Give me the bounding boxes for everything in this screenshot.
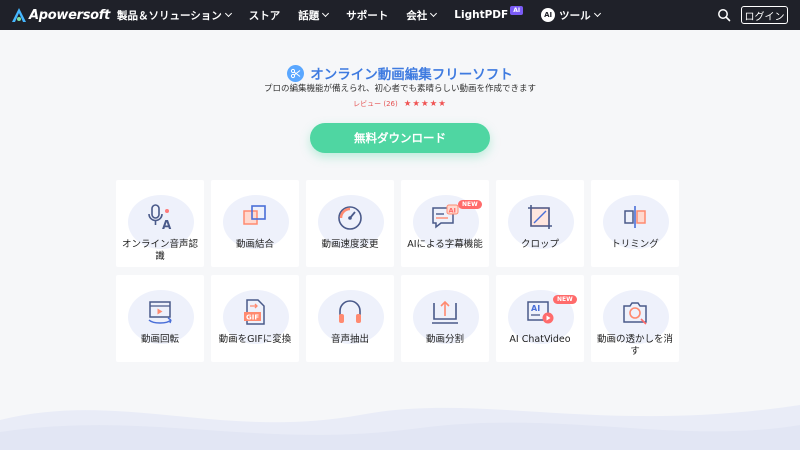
tool-card[interactable]: AI NEW AI ChatVideo: [496, 275, 584, 362]
nav-company-label: 会社: [406, 9, 428, 22]
tool-card[interactable]: 動画速度変更: [306, 180, 394, 267]
trim-icon: [620, 202, 650, 232]
login-button[interactable]: ログイン: [741, 6, 788, 24]
new-badge: NEW: [553, 295, 577, 304]
rating-stars: ★★★★★: [403, 99, 447, 109]
free-download-button[interactable]: 無料ダウンロード: [310, 123, 490, 153]
top-navigation: Apowersoft 製品＆ソリューション ストア 話題 サポート 会社 Lig…: [0, 0, 800, 30]
headphones-icon: [335, 297, 365, 327]
chevron-down-icon: [593, 9, 601, 18]
svg-text:A: A: [162, 218, 172, 232]
nav-topics[interactable]: 話題: [298, 8, 330, 23]
tool-card[interactable]: クロップ: [496, 180, 584, 267]
tool-card[interactable]: A オンライン音声認識: [116, 180, 204, 267]
tool-card[interactable]: 動画の透かしを消す: [591, 275, 679, 362]
nav-products[interactable]: 製品＆ソリューション: [117, 8, 232, 23]
gif-icon: GIF: [240, 297, 270, 327]
tool-card[interactable]: 動画回転: [116, 275, 204, 362]
page-title: オンライン動画編集フリーソフト: [310, 67, 513, 83]
tool-card[interactable]: AI NEW AIによる字幕機能: [401, 180, 489, 267]
speedometer-icon: [335, 202, 365, 232]
nav-company[interactable]: 会社: [406, 8, 438, 23]
tool-card[interactable]: トリミング: [591, 180, 679, 267]
nav-store[interactable]: ストア: [249, 8, 281, 23]
nav-support-label: サポート: [346, 9, 389, 22]
nav-store-label: ストア: [248, 9, 281, 22]
tool-label: AIによる字幕機能: [407, 239, 483, 250]
page-subtitle: プロの編集機能が備えられ、初心者でも素晴らしい動画を作成できます: [263, 84, 537, 94]
tool-label: クロップ: [520, 239, 559, 250]
ai-chatvideo-icon: AI: [525, 297, 555, 327]
tool-label: 音声抽出: [330, 334, 369, 345]
tool-label: オンライン音声認識: [121, 239, 198, 262]
tool-label: 動画回転: [140, 334, 179, 345]
tool-label: 動画分割: [425, 334, 464, 345]
review-row: レビュー (26) ★★★★★: [0, 99, 800, 109]
tool-card[interactable]: GIF 動画をGIFに変換: [211, 275, 299, 362]
ai-subtitle-icon: AI: [430, 202, 460, 232]
split-icon: [430, 297, 460, 327]
chevron-down-icon: [224, 9, 232, 18]
rotate-icon: [145, 297, 175, 327]
crop-icon: [525, 202, 555, 232]
chevron-down-icon: [322, 9, 330, 18]
nav-tools[interactable]: AI ツール: [541, 8, 601, 23]
tool-card[interactable]: 音声抽出: [306, 275, 394, 362]
decorative-wave: [0, 405, 800, 450]
tool-label: 動画速度変更: [321, 239, 379, 250]
ai-tools-icon: AI: [541, 8, 556, 22]
tool-label: トリミング: [611, 239, 659, 250]
hero-title-row: オンライン動画編集フリーソフト: [0, 63, 800, 83]
tool-card[interactable]: 動画結合: [211, 180, 299, 267]
search-icon[interactable]: [717, 8, 731, 22]
nav-products-label: 製品＆ソリューション: [117, 9, 222, 22]
ai-badge: AI: [510, 5, 524, 15]
tool-label: AI ChatVideo: [509, 334, 571, 345]
apowersoft-logo-icon: [12, 8, 26, 22]
nav-topics-label: 話題: [298, 9, 320, 22]
speech-to-text-icon: A: [145, 202, 175, 232]
merge-icon: [240, 202, 270, 232]
chevron-down-icon: [430, 9, 438, 18]
brand-logo[interactable]: Apowersoft: [12, 8, 117, 23]
video-editor-icon: [287, 64, 305, 82]
watermark-remove-icon: [620, 297, 650, 327]
nav-tools-label: ツール: [559, 9, 591, 22]
tool-label: 動画をGIFに変換: [218, 334, 292, 345]
review-count[interactable]: レビュー (26): [353, 99, 398, 109]
nav-support[interactable]: サポート: [346, 8, 388, 23]
brand-name: Apowersoft: [29, 7, 111, 23]
svg-text:AI: AI: [531, 304, 540, 313]
svg-text:GIF: GIF: [246, 314, 259, 322]
tool-label: 動画結合: [235, 239, 274, 250]
nav-lightpdf[interactable]: LightPDF AI: [454, 5, 524, 21]
new-badge: NEW: [458, 200, 482, 209]
nav-lightpdf-label: LightPDF: [454, 9, 509, 21]
tool-label: 動画の透かしを消す: [596, 334, 673, 357]
svg-text:AI: AI: [449, 207, 456, 215]
tool-card[interactable]: 動画分割: [401, 275, 489, 362]
